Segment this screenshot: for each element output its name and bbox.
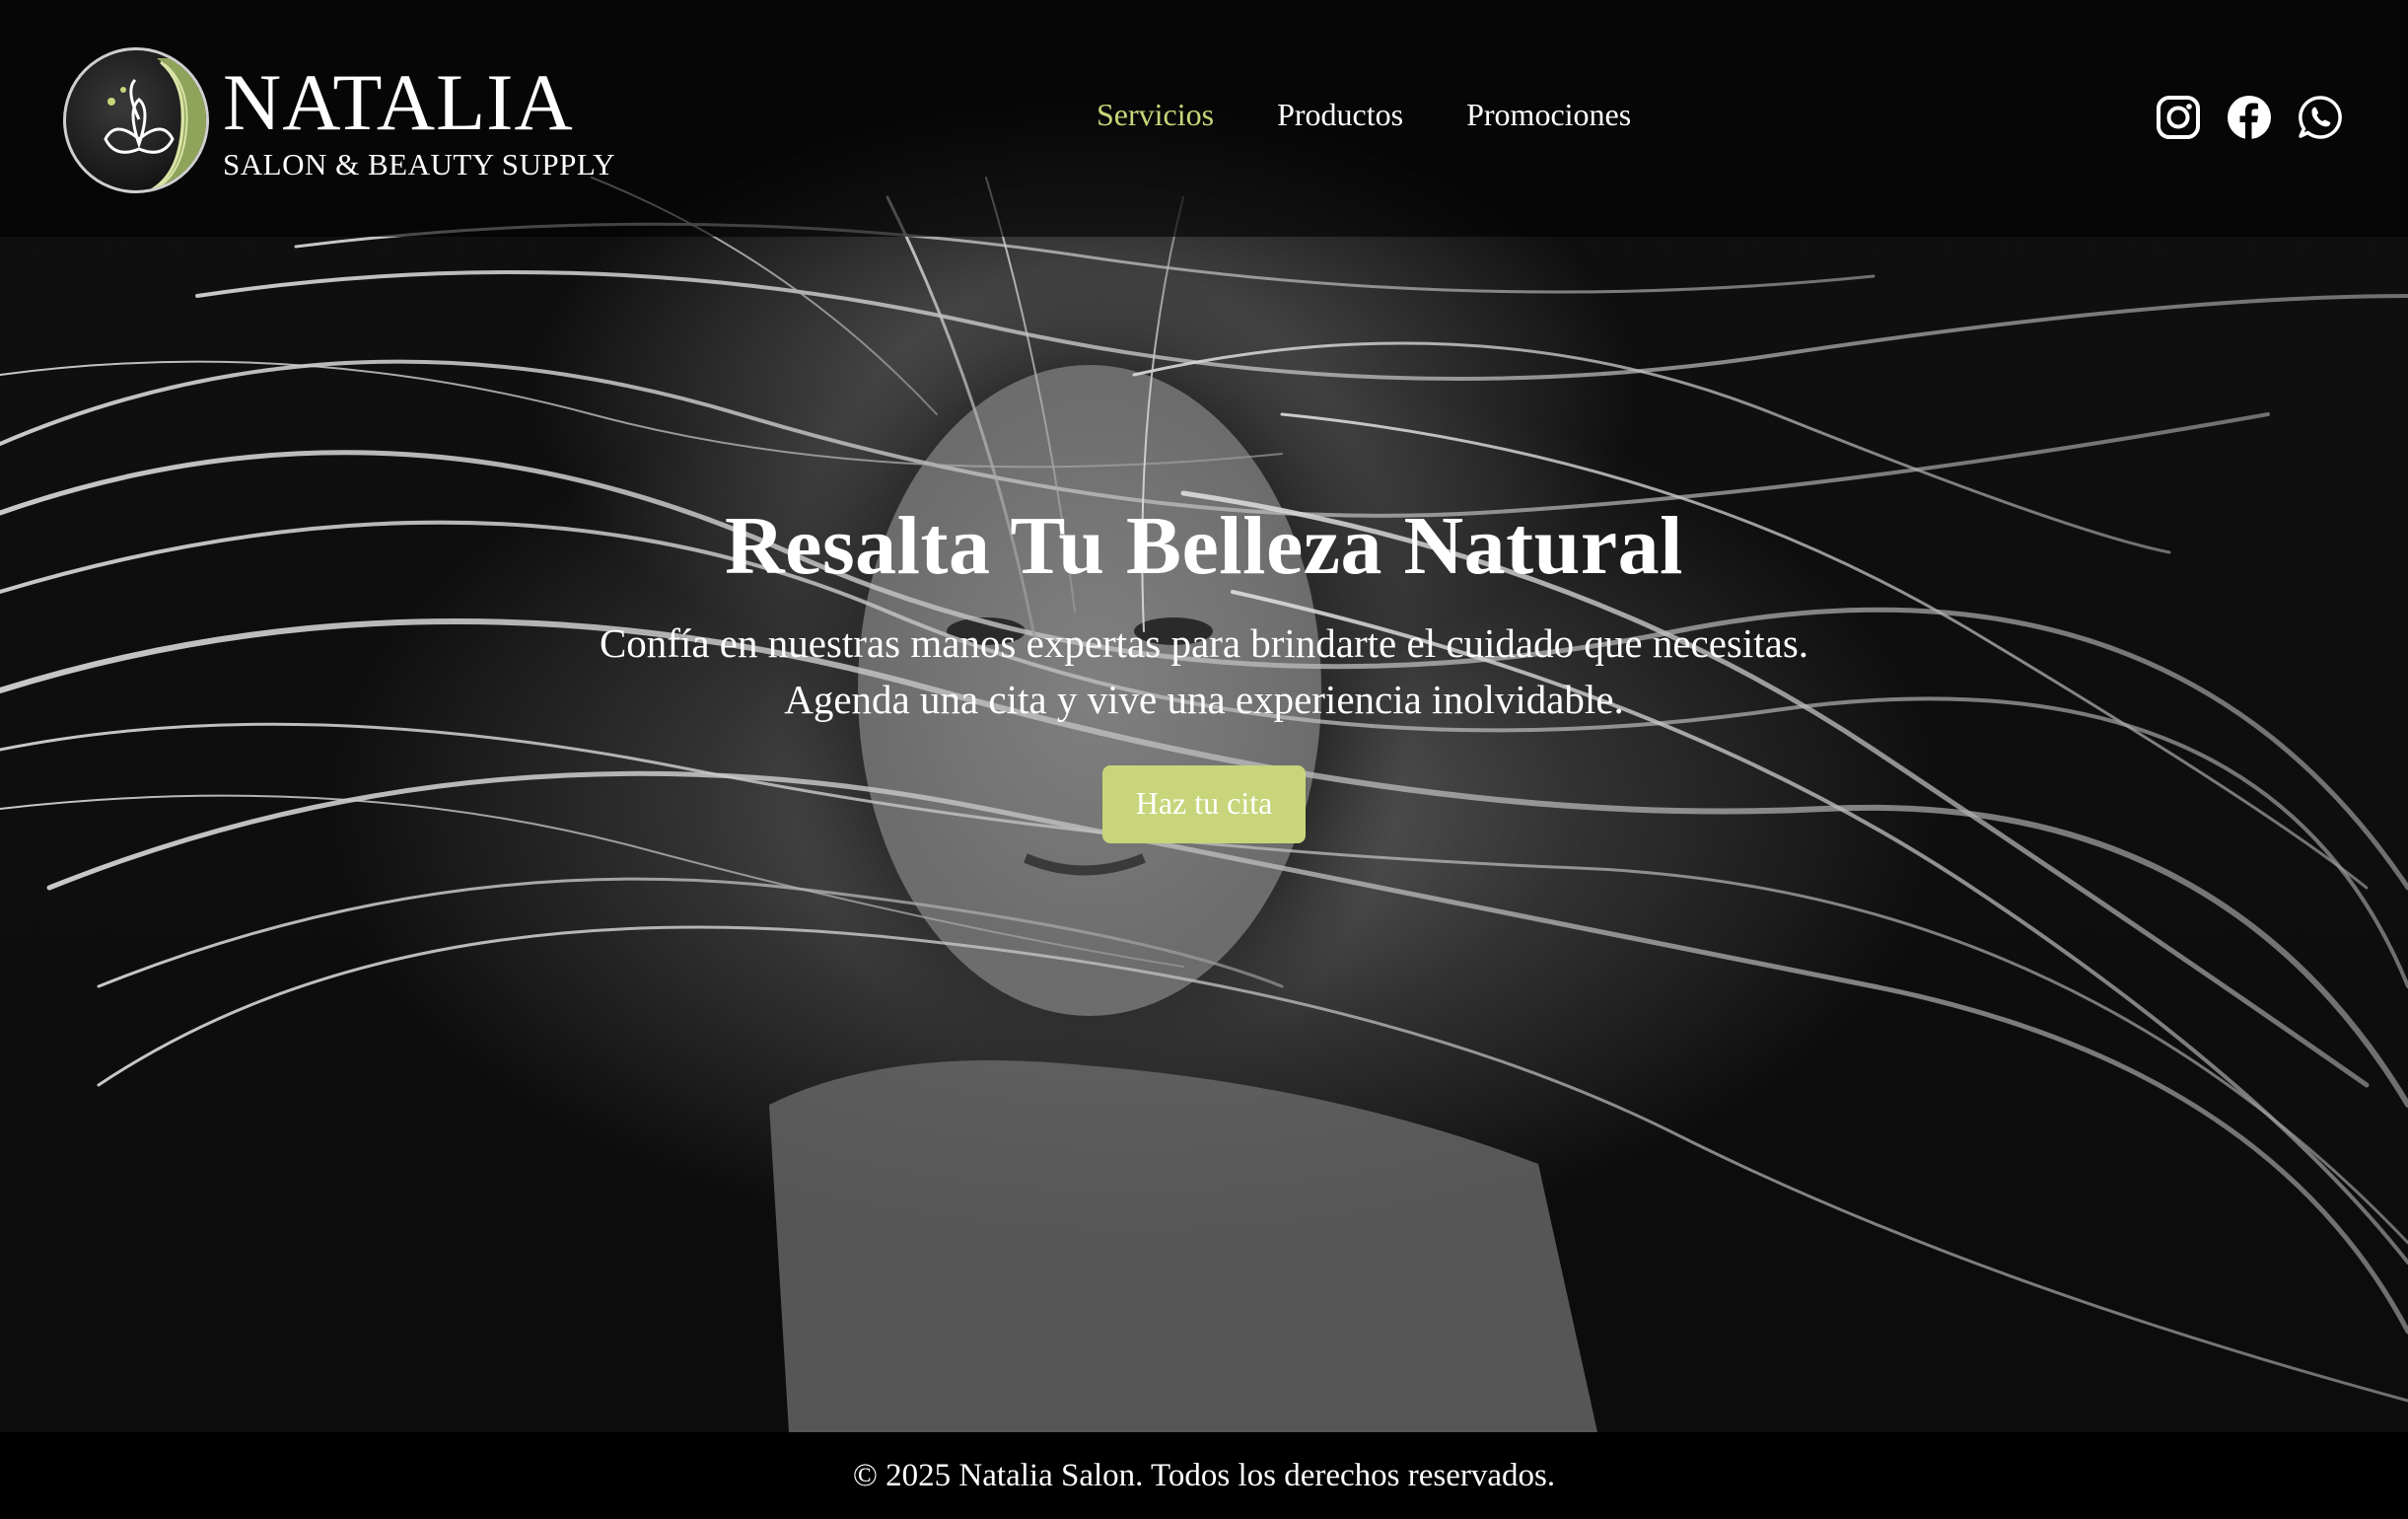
logo-emblem-icon: [63, 47, 209, 193]
copyright-text: © 2025 Natalia Salon. Todos los derechos…: [852, 1458, 1556, 1493]
nav-link-productos[interactable]: Productos: [1277, 97, 1403, 133]
facebook-icon[interactable]: [2227, 95, 2272, 140]
page: NATALIA SALON & BEAUTY SUPPLY Servicios …: [0, 0, 2408, 1519]
hero-section: Resalta Tu Belleza Natural Confía en nue…: [0, 498, 2408, 843]
hero-description: Confía en nuestras manos expertas para b…: [599, 620, 1809, 722]
instagram-icon[interactable]: [2156, 95, 2201, 140]
hero-title: Resalta Tu Belleza Natural: [725, 500, 1683, 592]
brand-name: NATALIA: [223, 56, 574, 147]
social-links: [2156, 95, 2343, 140]
main-nav: Servicios Productos Promociones: [1097, 97, 1631, 133]
site-header: NATALIA SALON & BEAUTY SUPPLY Servicios …: [0, 0, 2408, 237]
brand-tagline: SALON & BEAUTY SUPPLY: [223, 146, 616, 181]
whatsapp-icon[interactable]: [2298, 95, 2343, 140]
brand-logo[interactable]: NATALIA SALON & BEAUTY SUPPLY: [63, 47, 615, 193]
site-footer: © 2025 Natalia Salon. Todos los derechos…: [0, 1432, 2408, 1519]
nav-link-promociones[interactable]: Promociones: [1466, 97, 1631, 133]
book-appointment-button[interactable]: Haz tu cita: [1101, 765, 1307, 843]
nav-link-servicios[interactable]: Servicios: [1097, 97, 1214, 133]
